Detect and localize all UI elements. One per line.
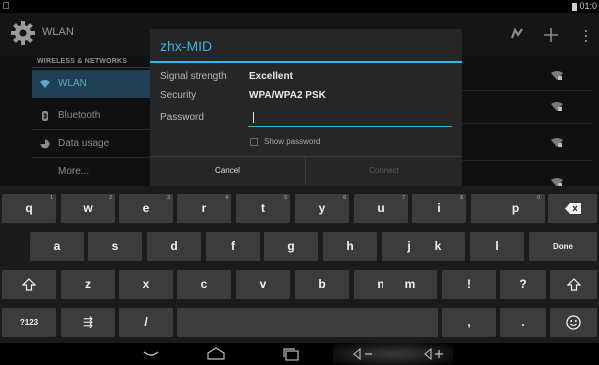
overflow-menu-icon[interactable] [584, 29, 588, 43]
add-icon[interactable] [543, 27, 559, 43]
connect-button[interactable]: Connect [306, 157, 462, 184]
key-p[interactable]: p0 [488, 194, 543, 223]
shift-key-left[interactable] [2, 270, 56, 299]
key-period[interactable]: . [500, 308, 546, 337]
section-divider [32, 67, 150, 68]
wifi-icon [40, 80, 50, 88]
key-b[interactable]: b [295, 270, 349, 299]
wifi-signal-lock-icon [551, 71, 563, 80]
backspace-icon [564, 203, 581, 214]
status-time: 01:0 [579, 1, 597, 11]
status-time-area: 01:0 [572, 0, 597, 13]
key-l[interactable]: l [470, 232, 524, 261]
show-password-checkbox[interactable] [250, 138, 258, 146]
show-password-label[interactable]: Show password [264, 137, 320, 146]
sidebar-item-label: More... [58, 166, 90, 177]
key-v[interactable]: v [236, 270, 290, 299]
key-i[interactable]: i8 [412, 194, 466, 223]
text-cursor [253, 112, 254, 123]
security-value: WPA/WPA2 PSK [249, 90, 326, 101]
key-k[interactable]: k [411, 232, 465, 261]
password-input[interactable] [248, 110, 452, 127]
done-key[interactable]: Done [529, 232, 597, 261]
key-e[interactable]: e3 [119, 194, 173, 223]
volume-up-icon[interactable] [423, 347, 445, 361]
sidebar-item-bluetooth[interactable]: Bluetooth [32, 102, 150, 130]
key-d[interactable]: d [147, 232, 201, 261]
key-a[interactable]: a [30, 232, 84, 261]
key-u[interactable]: u7 [354, 194, 408, 223]
key-g[interactable]: g [264, 232, 318, 261]
sidebar-item-data-usage[interactable]: Data usage [32, 130, 150, 158]
emoji-key[interactable] [550, 308, 597, 337]
symbols-key[interactable]: ?123 [2, 308, 56, 337]
key-f[interactable]: f [206, 232, 260, 261]
back-icon[interactable] [143, 347, 159, 361]
shift-key-right[interactable] [550, 270, 597, 299]
volume-down-icon[interactable] [352, 347, 374, 361]
key-slash[interactable]: / [119, 308, 173, 337]
sidebar-item-wlan[interactable]: WLAN [32, 70, 150, 98]
sidebar-item-label: Data usage [58, 138, 110, 149]
smiley-icon [566, 315, 581, 330]
key-w[interactable]: w2 [61, 194, 115, 223]
status-bar [0, 0, 599, 13]
key-exclamation[interactable]: ! [442, 270, 496, 299]
notification-icon [3, 2, 9, 9]
password-label: Password [160, 112, 204, 123]
shift-icon [566, 278, 581, 291]
cancel-button[interactable]: Cancel [150, 157, 305, 184]
recents-icon[interactable] [282, 347, 300, 361]
key-h[interactable]: h [323, 232, 377, 261]
key-z[interactable]: z [61, 270, 115, 299]
wifi-signal-lock-icon [551, 102, 563, 111]
sidebar-item-label: WLAN [58, 78, 87, 89]
signal-strength-label: Signal strength [160, 71, 227, 82]
network-list-item[interactable] [462, 91, 592, 119]
space-key[interactable] [177, 308, 438, 337]
key-m[interactable]: m [383, 270, 437, 299]
settings-gear-icon[interactable] [10, 20, 36, 46]
list-divider [462, 160, 592, 161]
key-q[interactable]: q1 [2, 194, 56, 223]
dialog-title: zhx-MID [160, 38, 213, 54]
sidebar-item-label: Bluetooth [58, 110, 101, 121]
network-list-item[interactable] [462, 124, 592, 152]
security-label: Security [160, 90, 197, 101]
refresh-icon[interactable] [509, 27, 525, 43]
bluetooth-icon [42, 111, 48, 121]
key-c[interactable]: c [177, 270, 231, 299]
key-comma[interactable]: , [442, 308, 496, 337]
key-t[interactable]: t5 [236, 194, 290, 223]
battery-icon [572, 2, 578, 11]
section-header: WIRELESS & NETWORKS [37, 58, 128, 65]
wifi-signal-lock-icon [551, 138, 563, 147]
signal-strength-value: Excellent [249, 71, 293, 82]
key-y[interactable]: y6 [295, 194, 349, 223]
data-usage-icon [40, 139, 50, 149]
key-question[interactable]: ? [500, 270, 546, 299]
sidebar-item-more[interactable]: More... [32, 158, 150, 186]
action-bar-title: WLAN [42, 26, 74, 38]
dialog-title-divider [150, 61, 462, 63]
shift-icon [21, 278, 37, 291]
home-icon[interactable] [207, 347, 225, 361]
key-s[interactable]: s [88, 232, 142, 261]
key-x[interactable]: x [119, 270, 173, 299]
network-list-item[interactable] [462, 62, 592, 90]
key-r[interactable]: r4 [177, 194, 231, 223]
backspace-key[interactable] [548, 194, 597, 223]
keyboard-settings-key[interactable]: ⇶ [61, 308, 115, 337]
